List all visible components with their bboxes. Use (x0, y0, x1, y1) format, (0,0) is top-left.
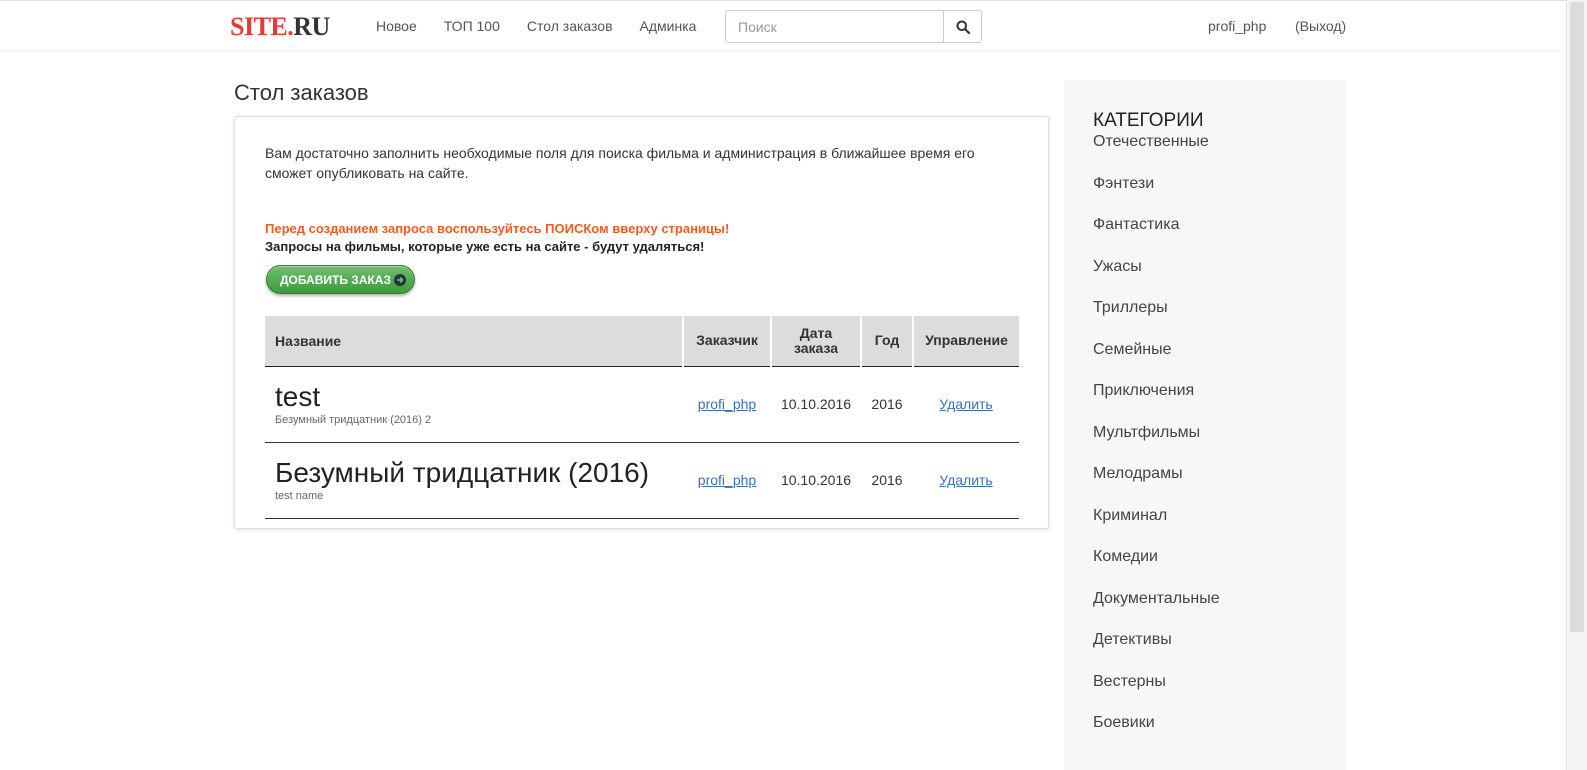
order-customer-cell: profi_php (683, 366, 771, 443)
order-subtitle: Безумный тридцатник (2016) 2 (275, 414, 432, 426)
col-customer: Заказчик (682, 316, 771, 367)
col-year: Год (860, 316, 913, 367)
order-title: Безумный тридцатник (2016) (275, 457, 650, 488)
order-subtitle: test name (275, 490, 324, 502)
logo-text-part1: SITE. (230, 12, 294, 41)
category-item[interactable]: Документальные (1093, 589, 1220, 631)
nav-orders[interactable]: Стол заказов (527, 18, 613, 34)
col-date: Дата заказа (770, 316, 861, 367)
order-title-cell: test Безумный тридцатник (2016) 2 (265, 366, 683, 443)
category-item[interactable]: Триллеры (1093, 298, 1220, 340)
nav-admin[interactable]: Админка (640, 18, 697, 34)
arrow-right-circle-icon (394, 274, 406, 286)
intro-text: Вам достаточно заполнить необходимые пол… (265, 145, 975, 181)
category-item[interactable]: Криминал (1093, 506, 1220, 548)
order-year: 2016 (861, 442, 913, 519)
search-box (725, 10, 982, 43)
search-icon (956, 20, 970, 34)
logo-text-part2: RU (293, 12, 330, 41)
site-logo[interactable]: SITE.RU (230, 12, 330, 42)
add-order-button[interactable]: ДОБАВИТЬ ЗАКАЗ (266, 265, 415, 294)
order-title-cell: Безумный тридцатник (2016) test name (265, 442, 683, 519)
orders-table: Название Заказчик Дата заказа Год Управл… (265, 316, 1019, 519)
search-input[interactable] (726, 11, 943, 42)
order-actions-cell: Удалить (913, 442, 1019, 519)
customer-link[interactable]: profi_php (698, 472, 756, 488)
table-row: test Безумный тридцатник (2016) 2 profi_… (265, 366, 1019, 443)
order-date: 10.10.2016 (771, 442, 861, 519)
user-link[interactable]: profi_php (1208, 18, 1266, 34)
main-nav: Новое ТОП 100 Стол заказов Админка (376, 18, 723, 34)
category-item[interactable]: Семейные (1093, 340, 1220, 382)
page-scrollbar[interactable] (1566, 0, 1587, 770)
col-date-label: Дата заказа (793, 324, 839, 356)
categories-list: Отечественные Фэнтези Фантастика Ужасы Т… (1093, 132, 1220, 755)
category-item[interactable]: Вестерны (1093, 672, 1220, 714)
category-item[interactable]: Мелодрамы (1093, 464, 1220, 506)
category-item[interactable]: Комедии (1093, 547, 1220, 589)
category-item[interactable]: Боевики (1093, 713, 1220, 755)
col-actions: Управление (912, 316, 1019, 367)
logout-link[interactable]: (Выход) (1295, 18, 1346, 34)
order-year: 2016 (861, 366, 913, 443)
order-title: test (275, 381, 321, 412)
add-order-label: ДОБАВИТЬ ЗАКАЗ (280, 272, 391, 287)
search-button[interactable] (943, 11, 981, 42)
category-item[interactable]: Детективы (1093, 630, 1220, 672)
table-row: Безумный тридцатник (2016) test name pro… (265, 442, 1019, 519)
order-actions-cell: Удалить (913, 366, 1019, 443)
categories-sidebar: КАТЕГОРИИ Отечественные Фэнтези Фантасти… (1064, 80, 1346, 770)
category-item[interactable]: Приключения (1093, 381, 1220, 423)
categories-title: КАТЕГОРИИ (1093, 110, 1204, 131)
nav-new[interactable]: Новое (376, 18, 417, 34)
order-customer-cell: profi_php (683, 442, 771, 519)
scrollbar-thumb[interactable] (1570, 2, 1584, 632)
table-header-row: Название Заказчик Дата заказа Год Управл… (265, 316, 1019, 367)
page-title: Стол заказов (234, 80, 369, 105)
category-item[interactable]: Отечественные (1093, 132, 1220, 174)
search-warning: Перед созданием запроса воспользуйтесь П… (265, 221, 730, 236)
delete-link[interactable]: Удалить (939, 472, 992, 488)
col-title: Название (265, 316, 683, 367)
orders-panel: Вам достаточно заполнить необходимые пол… (234, 116, 1049, 529)
order-date: 10.10.2016 (771, 366, 861, 443)
customer-link[interactable]: profi_php (698, 396, 756, 412)
top-navbar: SITE.RU Новое ТОП 100 Стол заказов Админ… (0, 0, 1566, 50)
category-item[interactable]: Фантастика (1093, 215, 1220, 257)
category-item[interactable]: Ужасы (1093, 257, 1220, 299)
nav-top100[interactable]: ТОП 100 (444, 18, 500, 34)
delete-link[interactable]: Удалить (939, 396, 992, 412)
category-item[interactable]: Мультфильмы (1093, 423, 1220, 465)
duplicate-note: Запросы на фильмы, которые уже есть на с… (265, 239, 705, 254)
category-item[interactable]: Фэнтези (1093, 174, 1220, 216)
